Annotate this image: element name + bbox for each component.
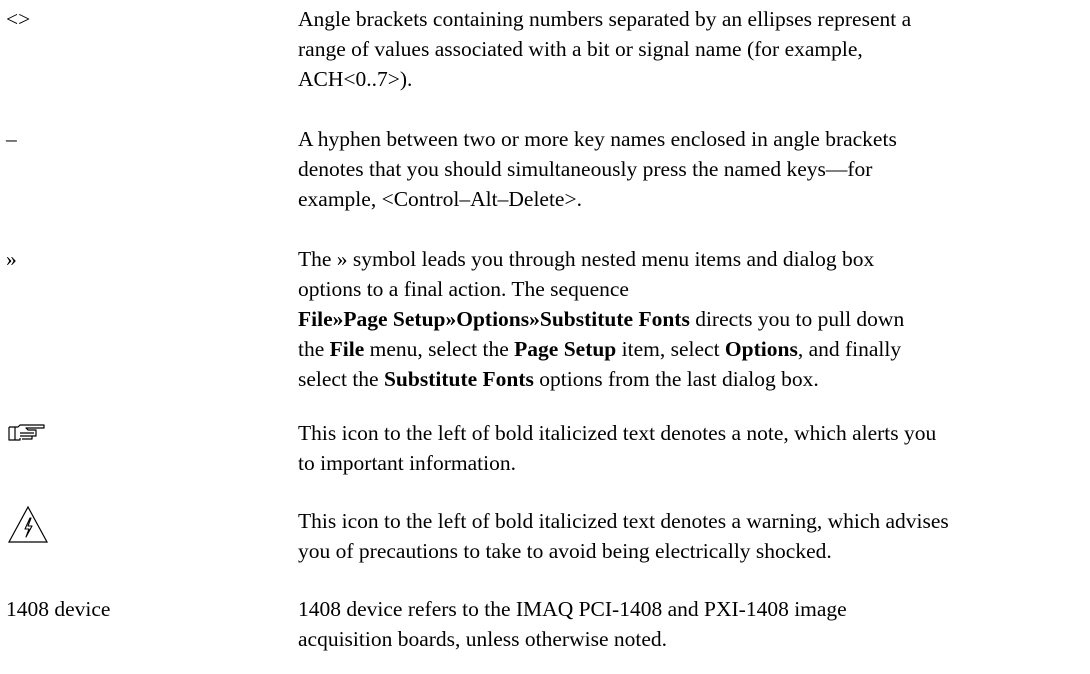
description-line: acquisition boards, unless otherwise not… [298, 627, 668, 651]
description-line: select the Substitute Fonts options from… [298, 364, 1088, 394]
description-line: denotes that you should simultaneously p… [298, 157, 873, 181]
description-text: menu, select the [364, 337, 515, 361]
description-text: the [298, 337, 330, 361]
description-line: ACH<0..7>). [298, 67, 413, 91]
description-line: to important information. [298, 451, 516, 475]
description-line: example, <Control–Alt–Delete>. [298, 187, 582, 211]
description-text: directs you to pull down [689, 307, 905, 331]
menu-sequence: File»Page Setup»Options»Substitute Fonts [298, 307, 690, 331]
description-line: Angle brackets containing numbers separa… [298, 7, 912, 31]
description-angle-brackets: Angle brackets containing numbers separa… [298, 4, 1088, 94]
description-hyphen: A hyphen between two or more key names e… [298, 124, 1088, 214]
term-1408-device: 1408 device [6, 597, 111, 621]
term-menu-arrow: » [6, 247, 17, 271]
description-line: The » symbol leads you through nested me… [298, 247, 875, 271]
description-text: options from the last dialog box. [533, 367, 819, 391]
description-text: , and finally [797, 337, 902, 361]
electrical-warning-icon [6, 504, 276, 546]
description-note: This icon to the left of bold italicized… [298, 418, 1088, 478]
description-line: A hyphen between two or more key names e… [298, 127, 897, 151]
menu-item-page-setup: Page Setup [514, 337, 617, 361]
description-line: range of values associated with a bit or… [298, 37, 863, 61]
description-line: 1408 device refers to the IMAQ PCI-1408 … [298, 597, 847, 621]
description-warning: This icon to the left of bold italicized… [298, 506, 1088, 566]
description-line: options to a final action. The sequence [298, 277, 629, 301]
description-line: This icon to the left of bold italicized… [298, 421, 937, 445]
description-text: select the [298, 367, 384, 391]
description-line: This icon to the left of bold italicized… [298, 509, 949, 533]
description-line: the File menu, select the Page Setup ite… [298, 334, 1088, 364]
term-hyphen: – [6, 127, 17, 151]
menu-name-file: File [329, 337, 365, 361]
description-menu-arrow: The » symbol leads you through nested me… [298, 244, 1088, 394]
description-line: File»Page Setup»Options»Substitute Fonts… [298, 304, 1088, 334]
conventions-page: <> Angle brackets containing numbers sep… [0, 0, 1090, 674]
menu-item-substitute-fonts: Substitute Fonts [383, 367, 534, 391]
description-1408-device: 1408 device refers to the IMAQ PCI-1408 … [298, 594, 1088, 654]
description-text: item, select [616, 337, 725, 361]
term-angle-brackets: <> [6, 7, 31, 31]
pointing-hand-note-icon [6, 422, 276, 444]
menu-item-options: Options [724, 337, 798, 361]
description-line: you of precautions to take to avoid bein… [298, 539, 832, 563]
